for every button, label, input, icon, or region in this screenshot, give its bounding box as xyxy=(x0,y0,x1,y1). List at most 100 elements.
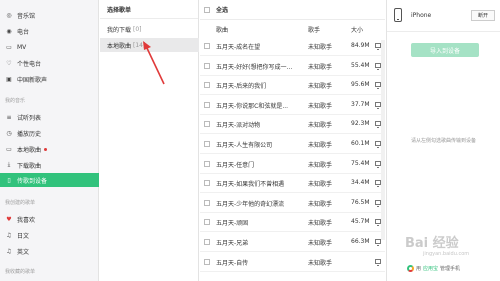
sidebar-item-china-voice[interactable]: ▣ 中国新歌声 xyxy=(0,72,99,86)
sidebar-item-japanese[interactable]: ♫ 日文 xyxy=(0,228,99,242)
column-header-size[interactable]: 大小 xyxy=(351,25,363,34)
sidebar-item-label: 中国新歌声 xyxy=(17,76,48,84)
scrollbar[interactable] xyxy=(381,40,385,240)
playlist-item-label: 本地歌曲 xyxy=(107,42,132,50)
section-collected-playlists: 我收藏的歌单 xyxy=(5,269,36,275)
song-size: 76.5M xyxy=(351,198,370,206)
song-list: 全选 歌曲 歌手 大小 五月天-成名在望 未知歌手 84.9M 五月天-好好(想把你写… xyxy=(200,0,385,281)
song-artist: 未知歌手 xyxy=(308,200,333,208)
notification-dot xyxy=(44,147,48,151)
song-title: 五月天-成名在望 xyxy=(216,44,261,51)
yingyongbao-logo-icon xyxy=(407,265,414,272)
sidebar-item-label: 试听列表 xyxy=(17,114,42,122)
sidebar-item-history[interactable]: ◷ 播放历史 xyxy=(0,126,99,140)
song-row[interactable]: 五月天-后来的我们 未知歌手 95.6M xyxy=(200,76,385,96)
song-row[interactable]: 五月天-顽固 未知歌手 45.7M xyxy=(200,213,385,233)
song-row[interactable]: 五月天-你说那C和弦就是... 未知歌手 37.7M xyxy=(200,96,385,115)
song-checkbox[interactable] xyxy=(204,160,210,167)
song-title: 五月天-兄弟 xyxy=(216,240,249,247)
column-header-artist[interactable]: 歌手 xyxy=(308,25,320,34)
song-checkbox[interactable] xyxy=(204,82,210,89)
song-artist: 未知歌手 xyxy=(308,63,333,71)
sidebar-item-english[interactable]: ♫ 英文 xyxy=(0,244,99,258)
song-checkbox[interactable] xyxy=(204,180,210,187)
sidebar-item-mv[interactable]: ▭ MV xyxy=(0,40,99,54)
sidebar-item-label: 电台 xyxy=(17,28,30,36)
playlist-item-local-songs[interactable]: 本地歌曲 [14] xyxy=(100,38,199,52)
song-artist: 未知歌手 xyxy=(308,181,333,189)
section-my-music: 我的音乐 xyxy=(5,98,26,104)
song-checkbox[interactable] xyxy=(204,258,210,265)
phone-icon: ▯ xyxy=(7,176,11,184)
sidebar-item-label: 音乐馆 xyxy=(17,12,36,20)
song-artist: 未知歌手 xyxy=(308,44,333,51)
song-size: 66.3M xyxy=(351,238,370,245)
sidebar-item-label: 我喜欢 xyxy=(17,216,36,224)
playlist-column: 选择歌单 我的下载 [0] 本地歌曲 [14] xyxy=(100,0,199,281)
sidebar-item-downloads[interactable]: ⤓ 下载歌曲 xyxy=(0,158,99,172)
playlist-column-header: 选择歌单 xyxy=(107,7,132,14)
song-checkbox[interactable] xyxy=(204,219,210,226)
section-created-playlists: 我创建的歌单 xyxy=(5,200,36,206)
sidebar-item-music-hall[interactable]: ◎ 音乐馆 xyxy=(0,8,99,22)
sidebar-item-radio[interactable]: ◉ 电台 xyxy=(0,24,99,38)
playlist-item-count: [0] xyxy=(133,25,142,33)
sidebar: ◎ 音乐馆 ◉ 电台 ▭ MV ♡ 个性电台 ▣ 中国新歌声 我的音乐 ≡ 试听… xyxy=(0,0,99,281)
download-icon: ⤓ xyxy=(7,161,11,168)
brand-suffix: 管理手机 xyxy=(440,266,461,272)
song-size: 55.4M xyxy=(351,61,370,69)
song-row[interactable]: 五月天-成名在望 未知歌手 84.9M xyxy=(200,37,385,56)
empty-hint: 请从左侧勾选歌曲传输到设备 xyxy=(410,138,476,144)
song-title: 五月天-少年他的奇幻漂流 xyxy=(216,200,285,208)
sidebar-item-transfer-to-device[interactable]: ▯ 传歌到设备 xyxy=(0,173,99,187)
audition-list-icon: ≡ xyxy=(6,113,12,121)
song-checkbox[interactable] xyxy=(204,43,210,49)
sidebar-item-local-songs[interactable]: ▭ 本地歌曲 xyxy=(0,142,99,156)
song-size: 84.9M xyxy=(351,42,370,49)
song-title: 五月天-后来的我们 xyxy=(216,83,267,91)
sidebar-item-personal-fm[interactable]: ♡ 个性电台 xyxy=(0,56,99,70)
song-checkbox[interactable] xyxy=(204,199,210,206)
song-checkbox[interactable] xyxy=(204,239,210,245)
sidebar-item-label: 日文 xyxy=(17,232,30,240)
song-row[interactable]: 五月天-自传 未知歌手 xyxy=(200,253,385,272)
divider xyxy=(100,18,198,19)
song-row[interactable]: 五月天-派对动物 未知歌手 92.3M xyxy=(200,115,385,135)
song-checkbox[interactable] xyxy=(204,101,210,108)
song-row[interactable]: 五月天-兄弟 未知歌手 66.3M xyxy=(200,233,385,252)
playlist-item-label: 我的下载 xyxy=(107,26,132,34)
song-row[interactable]: 五月天-任意门 未知歌手 75.4M xyxy=(200,155,385,174)
song-row[interactable]: 五月天-如果我们不曾相遇 未知歌手 34.4M xyxy=(200,174,385,194)
song-title: 五月天-任意门 xyxy=(216,161,255,169)
song-title: 五月天-好好(想把你写成一... xyxy=(216,63,293,71)
sidebar-item-favorites[interactable]: ♥ 我喜欢 xyxy=(0,212,99,226)
song-checkbox[interactable] xyxy=(204,121,210,128)
disconnect-button[interactable]: 断开 xyxy=(471,10,495,21)
song-size: 45.7M xyxy=(351,218,370,226)
song-checkbox[interactable] xyxy=(204,141,210,147)
watermark: Bai 经验 xyxy=(405,236,459,251)
song-artist: 未知歌手 xyxy=(308,102,333,110)
select-all-label[interactable]: 全选 xyxy=(216,5,228,14)
song-size: 60.1M xyxy=(351,140,370,147)
song-artist: 未知歌手 xyxy=(308,240,333,247)
song-row[interactable]: 五月天-少年他的奇幻漂流 未知歌手 76.5M xyxy=(200,194,385,213)
sidebar-item-audition-list[interactable]: ≡ 试听列表 xyxy=(0,110,99,124)
song-row[interactable]: 五月天-好好(想把你写成一... 未知歌手 55.4M xyxy=(200,57,385,76)
song-artist: 未知歌手 xyxy=(308,220,333,228)
select-all-checkbox[interactable] xyxy=(204,7,210,13)
sidebar-item-label: 下载歌曲 xyxy=(17,162,42,170)
sidebar-item-label: 英文 xyxy=(17,248,30,256)
playlist-item-count: [14] xyxy=(133,41,146,49)
mv-icon: ▭ xyxy=(6,43,12,51)
playlist-item-downloads[interactable]: 我的下载 [0] xyxy=(100,22,199,36)
song-row[interactable]: 五月天-人生有限公司 未知歌手 60.1M xyxy=(200,135,385,154)
column-header-title[interactable]: 歌曲 xyxy=(216,25,228,34)
device-icon xyxy=(375,258,381,266)
song-title: 五月天-如果我们不曾相遇 xyxy=(216,181,285,189)
divider xyxy=(387,31,500,32)
song-size: 34.4M xyxy=(351,179,370,187)
song-checkbox[interactable] xyxy=(204,62,210,69)
brand-footer[interactable]: 用 应用宝 管理手机 xyxy=(407,265,460,272)
import-to-device-button[interactable]: 导入到设备 xyxy=(411,43,479,57)
